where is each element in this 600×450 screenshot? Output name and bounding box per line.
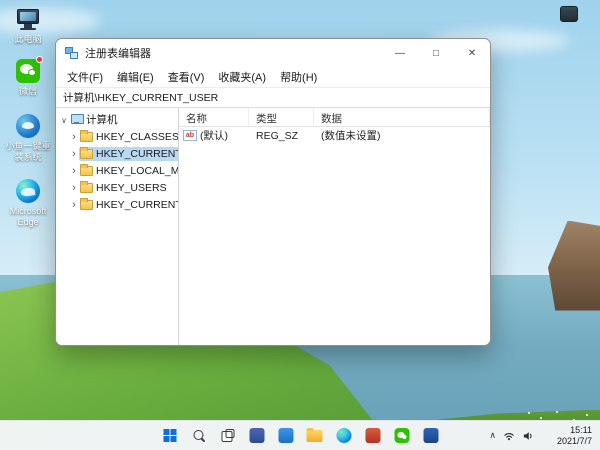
clock-date: 2021/7/7 <box>556 435 592 446</box>
edge-button[interactable] <box>332 424 356 448</box>
edge-icon <box>15 178 41 204</box>
tree-item-computer[interactable]: 计算机 <box>56 111 178 128</box>
desktop-icon-this-pc[interactable]: 此电脑 <box>2 6 54 45</box>
desktop-icon-wechat[interactable]: 微信 <box>2 56 54 97</box>
window-titlebar[interactable]: 注册表编辑器 — □ ✕ <box>56 39 490 67</box>
menu-edit[interactable]: 编辑(E) <box>110 69 161 85</box>
edge-icon <box>336 428 351 443</box>
taskbar-wechat-button[interactable] <box>390 424 414 448</box>
chevron-right-icon[interactable] <box>69 182 79 194</box>
folder-icon <box>80 197 93 210</box>
tree-item-label: HKEY_USERS <box>96 181 167 194</box>
tree-item-hkey-current-config[interactable]: HKEY_CURRENT_CONFIG <box>56 196 178 213</box>
registry-values-pane: 名称 类型 数据 (默认) REG_SZ (数值未设置) <box>179 108 490 345</box>
column-header-name[interactable]: 名称 <box>179 108 249 126</box>
tree-item-hkey-users[interactable]: HKEY_USERS <box>56 179 178 196</box>
menu-help[interactable]: 帮助(H) <box>273 69 324 85</box>
computer-icon <box>70 114 84 125</box>
clock-time: 15:11 <box>570 424 592 435</box>
chevron-right-icon[interactable] <box>69 165 79 177</box>
menu-bar: 文件(F) 编辑(E) 查看(V) 收藏夹(A) 帮助(H) <box>56 67 490 87</box>
xiaoyu-app-icon <box>15 113 41 139</box>
volume-icon[interactable] <box>522 430 534 442</box>
reg-sz-icon <box>183 130 197 141</box>
value-data: (数值未设置) <box>321 130 381 142</box>
desktop-icon-top-right[interactable] <box>560 6 578 22</box>
chevron-right-icon[interactable] <box>69 148 79 160</box>
this-pc-icon <box>15 6 41 32</box>
wallpaper-flowers <box>528 412 530 414</box>
folder-icon <box>80 146 93 159</box>
minimize-button[interactable]: — <box>382 39 418 67</box>
chevron-right-icon[interactable] <box>69 199 79 211</box>
menu-favorites[interactable]: 收藏夹(A) <box>211 69 273 85</box>
wechat-icon <box>394 428 409 443</box>
task-view-icon <box>221 429 234 442</box>
tree-item-hkey-local-machine[interactable]: HKEY_LOCAL_MACHINE <box>56 162 178 179</box>
chevron-right-icon[interactable] <box>69 131 79 143</box>
task-view-button[interactable] <box>216 424 240 448</box>
search-icon <box>192 429 205 442</box>
close-button[interactable]: ✕ <box>454 39 490 67</box>
tree-item-label: HKEY_CURRENT_CONFIG <box>96 198 178 211</box>
column-header-type[interactable]: 类型 <box>249 108 314 126</box>
regedit-app-icon <box>65 46 79 60</box>
registry-tree-pane: 计算机 HKEY_CLASSES_ROOT HKEY_CURRENT_USER <box>56 108 179 345</box>
tree-item-label: HKEY_CLASSES_ROOT <box>96 130 179 143</box>
menu-file[interactable]: 文件(F) <box>60 69 110 85</box>
window-title: 注册表编辑器 <box>85 48 151 60</box>
folder-icon <box>80 163 93 176</box>
notification-badge <box>36 56 43 63</box>
taskbar-app-blue[interactable] <box>274 424 298 448</box>
desktop-icon-label: 小鱼一键重装系统 <box>5 141 51 162</box>
desktop-icon-label: Microsoft Edge <box>9 206 47 227</box>
registry-value-row[interactable]: (默认) REG_SZ (数值未设置) <box>179 127 490 144</box>
tree-item-label: HKEY_LOCAL_MACHINE <box>96 164 179 177</box>
network-icon[interactable] <box>503 430 515 442</box>
tree-item-hkey-classes-root[interactable]: HKEY_CLASSES_ROOT <box>56 128 178 145</box>
taskbar-app-navy[interactable] <box>419 424 443 448</box>
taskbar-clock[interactable]: 15:11 2021/7/7 <box>557 425 592 447</box>
taskbar: ∧ 15:11 2021/7/7 <box>0 420 600 450</box>
desktop-icon-edge[interactable]: Microsoft Edge <box>2 178 54 228</box>
app-icon <box>423 428 438 443</box>
desktop-icon-xiaoyu[interactable]: 小鱼一键重装系统 <box>2 113 54 163</box>
address-bar[interactable]: 计算机\HKEY_CURRENT_USER <box>56 87 490 108</box>
tree-item-label: HKEY_CURRENT_USER <box>96 147 179 160</box>
value-type: REG_SZ <box>256 129 299 142</box>
maximize-button[interactable]: □ <box>418 39 454 67</box>
app-icon <box>249 428 264 443</box>
value-name: (默认) <box>200 130 228 142</box>
file-explorer-button[interactable] <box>303 424 327 448</box>
taskbar-search-button[interactable] <box>187 424 211 448</box>
taskbar-app-red[interactable] <box>361 424 385 448</box>
list-header: 名称 类型 数据 <box>179 108 490 127</box>
menu-view[interactable]: 查看(V) <box>161 69 212 85</box>
chevron-down-icon[interactable] <box>59 114 69 126</box>
tray-overflow-chevron-icon[interactable]: ∧ <box>489 430 496 441</box>
folder-icon <box>306 427 323 442</box>
tree-item-hkey-current-user[interactable]: HKEY_CURRENT_USER <box>56 145 178 162</box>
tree-item-label: 计算机 <box>86 114 118 126</box>
windows-logo-icon <box>163 429 176 442</box>
folder-icon <box>80 129 93 142</box>
app-icon <box>365 428 380 443</box>
system-tray: ∧ <box>489 421 534 450</box>
column-header-data[interactable]: 数据 <box>314 108 490 126</box>
wechat-icon <box>15 56 43 84</box>
app-icon <box>278 428 293 443</box>
desktop-icon-label: 此电脑 <box>14 34 42 44</box>
desktop-icon-label: 微信 <box>18 86 37 96</box>
start-button[interactable] <box>158 424 182 448</box>
taskbar-app-darkblue[interactable] <box>245 424 269 448</box>
folder-icon <box>80 180 93 193</box>
regedit-window: 注册表编辑器 — □ ✕ 文件(F) 编辑(E) 查看(V) 收藏夹(A) 帮助… <box>55 38 491 346</box>
